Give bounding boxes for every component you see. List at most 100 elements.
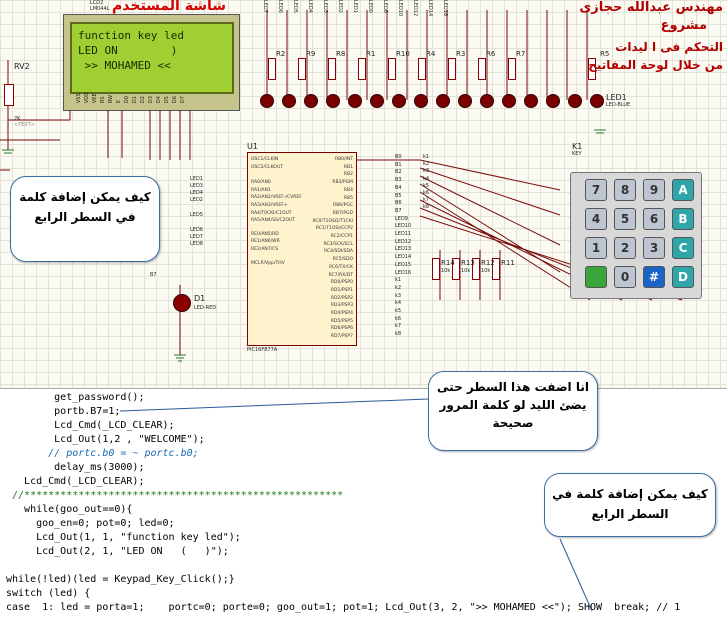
net-label: LED3 <box>190 183 203 189</box>
mcu-pin: RB2 <box>343 172 353 178</box>
mcu-pin: MCLR/Vpp/THV <box>251 260 285 266</box>
mcu-pin: RE0/AN5/RD <box>251 231 279 237</box>
mcu-pin: RD7/PSP7 <box>330 334 353 340</box>
net-label: LED10 <box>395 223 412 230</box>
key-6[interactable]: 6 <box>643 208 665 230</box>
mcu-pin: RC2/CCP1 <box>330 234 353 240</box>
top-led-label: LED12 <box>412 0 418 17</box>
keypad[interactable]: 7 8 9 A 4 5 6 B 1 2 3 C 0 # D <box>570 172 702 299</box>
mcu-pin: RC6/TX/CK <box>329 264 353 270</box>
led[interactable] <box>568 94 582 108</box>
mcu-pin: RB6/PGC <box>333 203 353 209</box>
net-label: B7 <box>395 207 402 214</box>
mcu-pin: RD0/PSP0 <box>330 280 353 286</box>
net-label: k7 <box>395 323 402 330</box>
led[interactable] <box>370 94 384 108</box>
key-1[interactable]: 1 <box>585 237 607 259</box>
key-5[interactable]: 5 <box>614 208 636 230</box>
mcu-pin: RE1/AN6/WR <box>251 239 280 245</box>
top-led-label: LED6 <box>277 0 283 13</box>
led[interactable] <box>436 94 450 108</box>
net-label: k7 <box>423 197 430 204</box>
led[interactable] <box>502 94 516 108</box>
key-3[interactable]: 3 <box>643 237 665 259</box>
resistor[interactable] <box>478 58 486 80</box>
mcu-pin: RC4/SDI/SDA <box>324 249 353 255</box>
mcu-pin: RD1/PSP1 <box>330 287 353 293</box>
led[interactable] <box>392 94 406 108</box>
resistor-label: R8 <box>336 50 346 58</box>
top-led-label: LED14 <box>427 0 433 17</box>
author-name: مهندس عبدالله حجازى <box>579 0 723 15</box>
pic-microcontroller[interactable]: OSC1/CLKIN OSC2/CLKOUT RA0/AN0 RA1/AN1 R… <box>247 152 357 346</box>
led[interactable] <box>590 94 604 108</box>
d1-led[interactable] <box>173 294 191 312</box>
led[interactable] <box>326 94 340 108</box>
mcu-pin: RB0/INT <box>334 157 353 162</box>
key-d[interactable]: D <box>672 266 694 288</box>
mcu-model-label: PIC16F877A <box>247 347 278 353</box>
mcu-pin: RB3/PGM <box>332 180 353 186</box>
led-bar-label: LED1 <box>606 93 627 102</box>
resistor[interactable] <box>328 58 336 80</box>
top-led-label: LED8 <box>382 0 388 13</box>
resistor[interactable] <box>508 58 516 80</box>
pot-component[interactable] <box>4 84 14 106</box>
led[interactable] <box>304 94 318 108</box>
mcu-pin: RA0/AN0 <box>251 180 271 186</box>
key-8[interactable]: 8 <box>614 179 636 201</box>
resistor[interactable] <box>388 58 396 80</box>
key-0[interactable]: 0 <box>614 266 636 288</box>
code-editor[interactable]: get_password(); portb.B7=1; Lcd_Cmd(_LCD… <box>0 371 727 622</box>
mcu-pin: RD5/PSP5 <box>330 318 353 324</box>
schematic-canvas[interactable]: LCD2 LM044L شاشة المستخدم function key l… <box>0 0 727 388</box>
led[interactable] <box>348 94 362 108</box>
resistor[interactable] <box>268 58 276 80</box>
mcu-pin: RC0/T1OSO/T1CKI <box>312 218 353 224</box>
top-led-label-row: LED7 LED6 LED5 LED4 LED3 LED2 LED1 LED0 … <box>262 0 448 16</box>
resistor[interactable] <box>298 58 306 80</box>
net-label: B4 <box>395 184 402 191</box>
net-label: LED11 <box>395 231 412 238</box>
key-7[interactable]: 7 <box>585 179 607 201</box>
key-hash[interactable]: # <box>643 266 665 288</box>
key-c[interactable]: C <box>672 237 694 259</box>
led[interactable] <box>546 94 560 108</box>
mcu-pin: RA5/AN4/SS/C2OUT <box>251 218 296 224</box>
led[interactable] <box>480 94 494 108</box>
led[interactable] <box>524 94 538 108</box>
net-label: k2 <box>423 161 430 168</box>
mcu-pin: RA4/T0CKI/C1OUT <box>251 210 292 216</box>
net-label: B1 <box>395 161 402 168</box>
mcu-ref-label: U1 <box>247 142 258 151</box>
resistor[interactable] <box>418 58 426 80</box>
resistor-label: R3 <box>456 50 466 58</box>
resistor-value: 10k <box>441 268 451 274</box>
led[interactable] <box>282 94 296 108</box>
top-led-label: LED7 <box>262 0 268 13</box>
resistor[interactable] <box>448 58 456 80</box>
led[interactable] <box>414 94 428 108</box>
key-a[interactable]: A <box>672 179 694 201</box>
pullup-resistor[interactable] <box>432 258 440 280</box>
led[interactable] <box>260 94 274 108</box>
net-label: B2 <box>395 169 402 176</box>
net-label: k5 <box>423 182 430 189</box>
net-label: k4 <box>395 300 402 307</box>
key-4[interactable]: 4 <box>585 208 607 230</box>
resistor-label: R13 <box>461 259 475 267</box>
resistor[interactable] <box>358 58 366 80</box>
led[interactable] <box>458 94 472 108</box>
resistor-label: R12 <box>481 259 495 267</box>
resistor-value: 10k <box>461 268 471 274</box>
key-star[interactable] <box>585 266 607 288</box>
net-label: LED15 <box>395 261 412 268</box>
pot-label: RV2 <box>14 62 30 71</box>
mcu-pin: RA2/AN2/VREF-/CVREF <box>251 195 302 201</box>
note-bubble-bottom: كيف يمكن إضافة كلمة في السطر الرابع <box>544 473 716 537</box>
key-b[interactable]: B <box>672 208 694 230</box>
key-9[interactable]: 9 <box>643 179 665 201</box>
net-label: k1 <box>395 277 402 284</box>
key-2[interactable]: 2 <box>614 237 636 259</box>
project-desc-1: التحكم فى ا ليدات <box>615 40 723 54</box>
